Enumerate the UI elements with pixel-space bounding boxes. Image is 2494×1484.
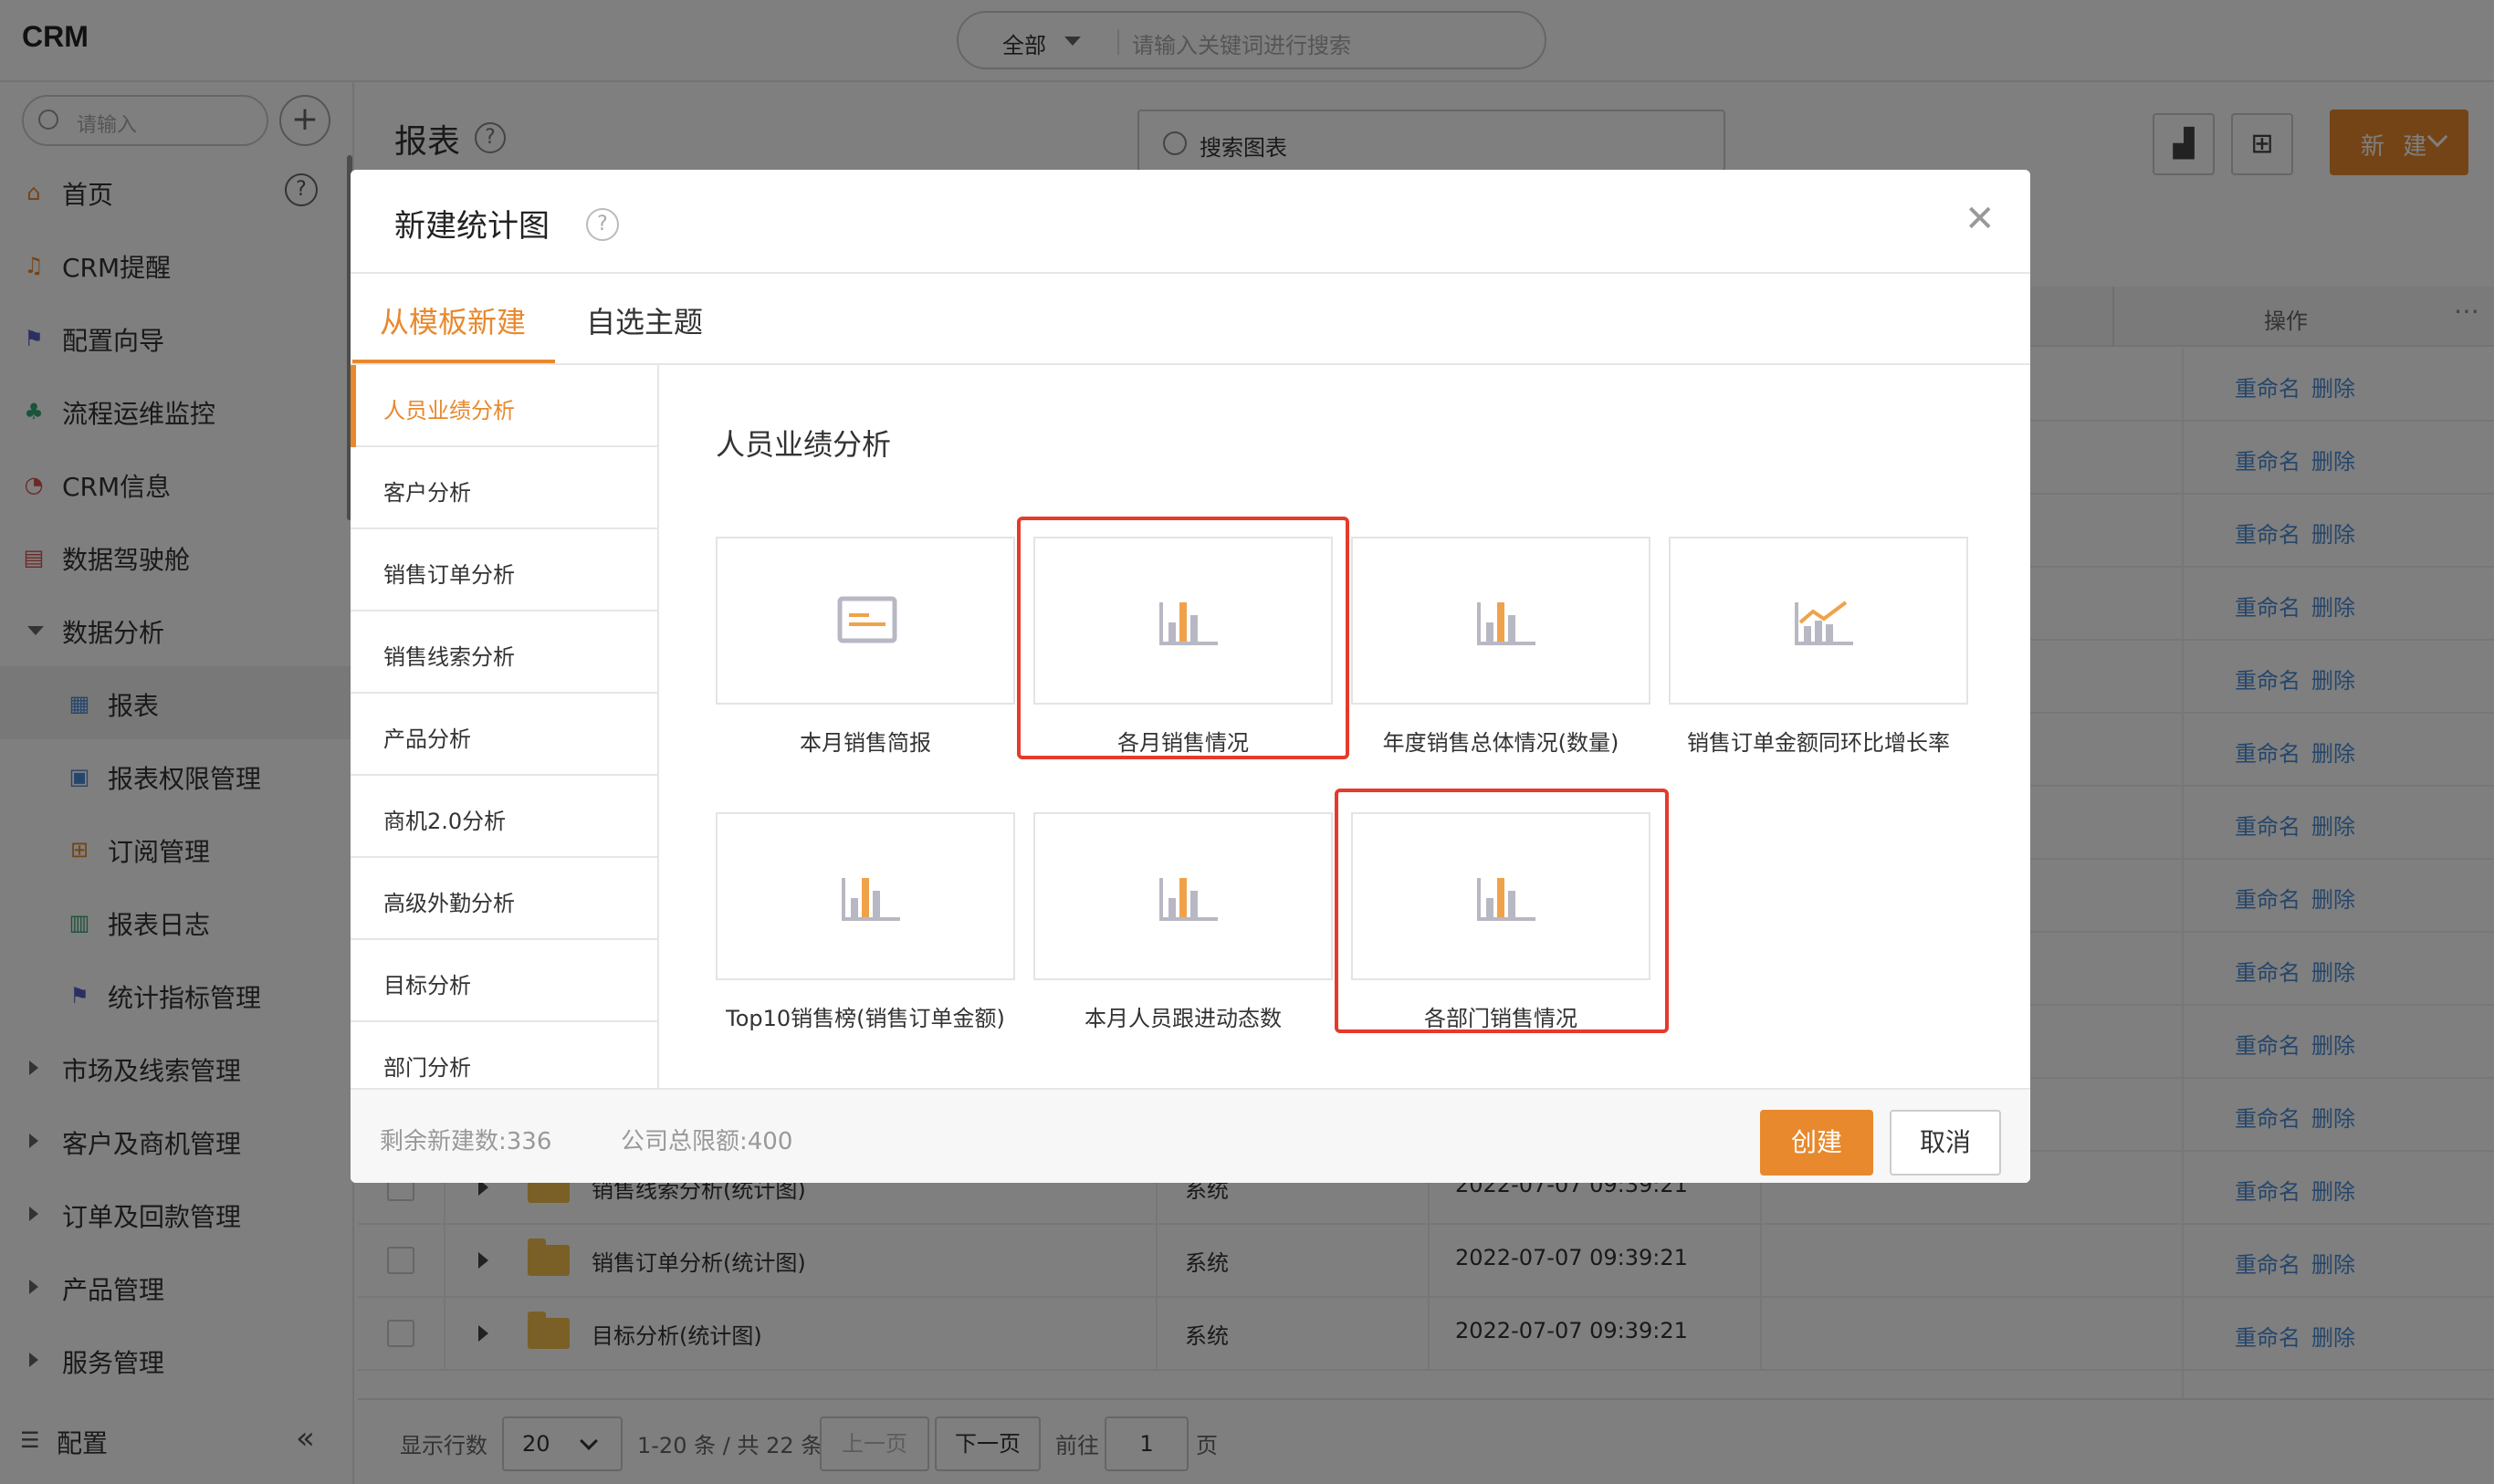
new-chart-dialog: 新建统计图 ? ✕ 从模板新建 自选主题 人员业绩分析 客户分析 销售订单分析 …	[351, 170, 2030, 1183]
category-item[interactable]: 销售线索分析	[351, 611, 657, 694]
card-summary-icon	[837, 596, 897, 643]
template-card[interactable]	[1669, 537, 1968, 705]
template-label: 销售订单金额同环比增长率	[1687, 730, 1950, 756]
bar-line-chart-icon	[1795, 601, 1853, 645]
create-button[interactable]: 创建	[1760, 1110, 1873, 1176]
cancel-button[interactable]: 取消	[1890, 1110, 2001, 1176]
category-item[interactable]: 人员业绩分析	[351, 365, 657, 447]
category-item[interactable]: 高级外勤分析	[351, 858, 657, 940]
template-card[interactable]	[1033, 812, 1333, 980]
template-label: 年度销售总体情况(数量)	[1382, 730, 1619, 756]
category-item[interactable]: 产品分析	[351, 694, 657, 776]
bar-chart-icon	[842, 878, 900, 921]
template-label: Top10销售榜(销售订单金额)	[726, 1006, 1005, 1031]
template-card[interactable]	[716, 537, 1015, 705]
category-label: 人员业绩分析	[383, 398, 515, 423]
category-item[interactable]: 部门分析	[351, 1022, 657, 1088]
template-label: 本月人员跟进动态数	[1085, 1006, 1282, 1031]
category-item[interactable]: 商机2.0分析	[351, 776, 657, 858]
category-label: 销售订单分析	[383, 562, 515, 588]
dialog-title: 新建统计图	[394, 208, 550, 245]
template-category-list: 人员业绩分析 客户分析 销售订单分析 销售线索分析 产品分析 商机2.0分析 高…	[351, 365, 659, 1088]
bar-chart-icon	[1159, 878, 1218, 921]
category-item[interactable]: 客户分析	[351, 447, 657, 529]
divider	[351, 272, 2030, 274]
company-limit: 公司总限额:400	[621, 1128, 793, 1155]
category-item[interactable]: 销售订单分析	[351, 529, 657, 611]
section-title: 人员业绩分析	[716, 427, 892, 462]
active-category-indicator	[351, 365, 356, 447]
category-label: 销售线索分析	[383, 644, 515, 670]
help-icon[interactable]: ?	[586, 208, 619, 241]
category-label: 客户分析	[383, 480, 471, 506]
category-label: 高级外勤分析	[383, 891, 515, 916]
category-item[interactable]: 目标分析	[351, 940, 657, 1022]
remaining-count: 剩余新建数:336	[380, 1128, 552, 1155]
category-label: 目标分析	[383, 973, 471, 998]
template-card[interactable]	[1351, 537, 1650, 705]
dialog-footer: 剩余新建数:336 公司总限额:400 创建 取消	[351, 1088, 2030, 1183]
template-label: 本月销售简报	[800, 730, 931, 756]
bar-chart-icon	[1477, 602, 1535, 645]
category-label: 部门分析	[383, 1055, 471, 1081]
tab-from-template[interactable]: 从模板新建	[380, 299, 526, 341]
close-icon[interactable]: ✕	[1965, 201, 1996, 237]
highlight-box	[1335, 789, 1669, 1033]
template-card[interactable]	[716, 812, 1015, 980]
category-label: 商机2.0分析	[383, 809, 507, 834]
tab-custom-theme[interactable]: 自选主题	[586, 299, 703, 341]
category-label: 产品分析	[383, 726, 471, 752]
highlight-box	[1017, 517, 1349, 759]
